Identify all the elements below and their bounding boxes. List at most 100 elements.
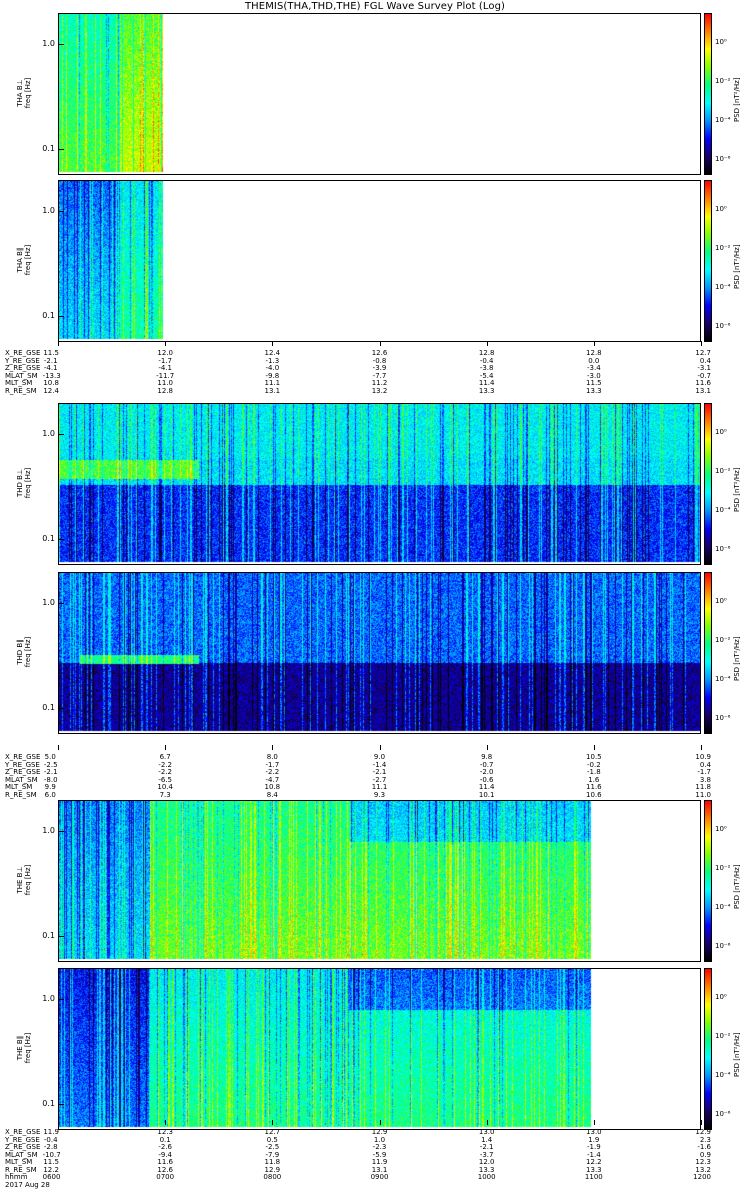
y-tick-label: 0.1 <box>42 311 55 321</box>
y-tick-mark <box>58 149 64 151</box>
ephemeris-value: 13.1 <box>695 386 711 395</box>
panel-ylabel: THD B⊥ freq [Hz] <box>16 448 32 518</box>
x-tick-mark <box>165 745 167 750</box>
x-tick-mark <box>701 1120 702 1125</box>
y-tick-mark <box>58 998 64 1000</box>
y-tick-label: 0.1 <box>42 703 55 713</box>
colorbar-tick-label: 10⁻⁶ <box>715 154 731 163</box>
ephemeris-value: 9.3 <box>373 790 386 799</box>
colorbar <box>704 403 712 565</box>
ephemeris-value: 11.0 <box>695 790 711 799</box>
spectrogram-image <box>59 14 700 174</box>
y-tick-label: 1.0 <box>42 38 55 48</box>
y-tick-mark <box>58 830 64 832</box>
x-tick-mark <box>701 745 702 750</box>
y-tick-label: 1.0 <box>42 993 55 1003</box>
panel-ylabel: THA B⊥ freq [Hz] <box>16 58 32 128</box>
ephemeris-value: 12.8 <box>157 386 173 395</box>
ephemeris-value: 7.3 <box>159 790 171 799</box>
spectrogram-panel-thd-bperp: THD B⊥ freq [Hz] 1.0 0.1 10⁰ 10⁻² 10⁻⁴ 10⁻⁶ PSD … <box>0 403 750 565</box>
colorbar-tick-label: 10⁻⁴ <box>715 902 731 911</box>
spectrogram-frame <box>58 800 701 962</box>
spectrogram-panel-thd-bpar: THD B∥ freq [Hz] 1.0 0.1 10⁰ 10⁻² 10⁻⁴ 10⁻⁶ PSD … <box>0 572 750 734</box>
colorbar-tick-label: 10⁻⁶ <box>715 544 731 553</box>
spectrogram-panel-tha-bperp: THA B⊥ freq [Hz] 1.0 0.1 10⁰ 10⁻² 10⁻⁴ 10⁻⁶ PSD … <box>0 13 750 175</box>
y-tick-mark <box>58 708 64 710</box>
colorbar-tick-label: 10⁻⁴ <box>715 674 731 683</box>
panel-freq-label: freq [Hz] <box>24 1032 32 1064</box>
colorbar-title: PSD [nT²/Hz] <box>733 77 741 122</box>
colorbar-title: PSD [nT²/Hz] <box>733 244 741 289</box>
x-tick-mark <box>272 745 274 750</box>
ephemeris-value: 13.2 <box>371 386 388 395</box>
colorbar-tick-label: 10⁻² <box>715 244 731 253</box>
ephemeris-value: 12.4 <box>43 386 59 395</box>
y-tick-label: 1.0 <box>42 597 55 607</box>
x-tick-mark <box>58 1120 59 1125</box>
colorbar <box>704 180 712 342</box>
ephemeris-value: 1100 <box>584 1173 603 1181</box>
colorbar-tick-label: 10⁻² <box>715 636 731 645</box>
x-tick-mark <box>58 745 59 750</box>
panel-ylabel: THA B∥ freq [Hz] <box>16 225 32 295</box>
colorbar <box>704 13 712 175</box>
spectrogram-image <box>59 801 700 961</box>
colorbar-tick-label: 10⁻⁶ <box>715 1109 731 1118</box>
ephemeris-value: 0700 <box>156 1173 175 1181</box>
panel-component-label: THE B∥ <box>16 1035 24 1061</box>
panel-component-label: THD B∥ <box>16 639 24 665</box>
x-tick-mark <box>379 341 381 346</box>
y-tick-mark <box>58 316 64 318</box>
ephemeris-value: 0900 <box>370 1173 389 1181</box>
spectrogram-frame <box>58 180 701 342</box>
ephemeris-row: R_RE_SM 6.0 7.3 8.4 9.3 10.1 10.6 11.0 <box>0 791 750 799</box>
y-tick-mark <box>58 433 64 435</box>
x-tick-mark <box>486 1120 488 1125</box>
spectrogram-panel-tha-bpar: THA B∥ freq [Hz] 1.0 0.1 10⁰ 10⁻² 10⁻⁴ 10⁻⁶ PSD … <box>0 180 750 342</box>
colorbar-tick-label: 10⁻² <box>715 467 731 476</box>
date-label: 2017 Aug 28 <box>5 1180 50 1189</box>
spectrogram-frame <box>58 572 701 734</box>
spectrogram-image <box>59 181 700 341</box>
x-tick-mark <box>272 1120 274 1125</box>
x-tick-mark <box>593 1120 595 1125</box>
x-tick-mark <box>379 745 381 750</box>
colorbar-tick-label: 10⁻⁴ <box>715 282 731 291</box>
panel-component-label: THE B⊥ <box>16 866 24 894</box>
ephemeris-value: 0800 <box>263 1173 282 1181</box>
colorbar <box>704 800 712 962</box>
spectrogram-image <box>59 573 700 733</box>
spectrogram-image <box>59 404 700 564</box>
colorbar-tick-label: 10⁻⁴ <box>715 1070 731 1079</box>
x-tick-mark <box>486 341 488 346</box>
ephemeris-value: 8.4 <box>266 790 278 799</box>
colorbar <box>704 572 712 734</box>
ephemeris-value: 13.1 <box>264 386 281 395</box>
y-tick-mark <box>58 936 64 938</box>
ephemeris-value: 13.3 <box>478 386 495 395</box>
spectrogram-frame <box>58 13 701 175</box>
colorbar-tick-label: 10⁻⁴ <box>715 115 731 124</box>
colorbar-title: PSD [nT²/Hz] <box>733 467 741 512</box>
colorbar-tick-label: 10⁻⁶ <box>715 941 731 950</box>
spectrogram-frame <box>58 968 701 1130</box>
y-tick-label: 0.1 <box>42 931 55 941</box>
ephemeris-value: 10.1 <box>478 790 495 799</box>
y-tick-label: 0.1 <box>42 534 55 544</box>
plot-title: THEMIS(THA,THD,THE) FGL Wave Survey Plot… <box>244 1 506 12</box>
x-tick-mark <box>593 341 595 346</box>
y-tick-label: 1.0 <box>42 205 55 215</box>
panel-component-label: THD B⊥ <box>16 468 24 498</box>
y-tick-mark <box>58 43 64 45</box>
colorbar-tick-label: 10⁻² <box>715 864 731 873</box>
colorbar-tick-label: 10⁰ <box>715 993 727 1002</box>
colorbar-tick-label: 10⁰ <box>715 428 727 437</box>
panel-ylabel: THD B∥ freq [Hz] <box>16 617 32 687</box>
colorbar-title: PSD [nT²/Hz] <box>733 864 741 909</box>
panel-component-label: THA B∥ <box>16 247 24 273</box>
colorbar <box>704 968 712 1130</box>
colorbar-title: PSD [nT²/Hz] <box>733 1032 741 1077</box>
y-tick-mark <box>58 210 64 212</box>
x-tick-mark <box>701 341 702 346</box>
spectrogram-image <box>59 969 700 1129</box>
